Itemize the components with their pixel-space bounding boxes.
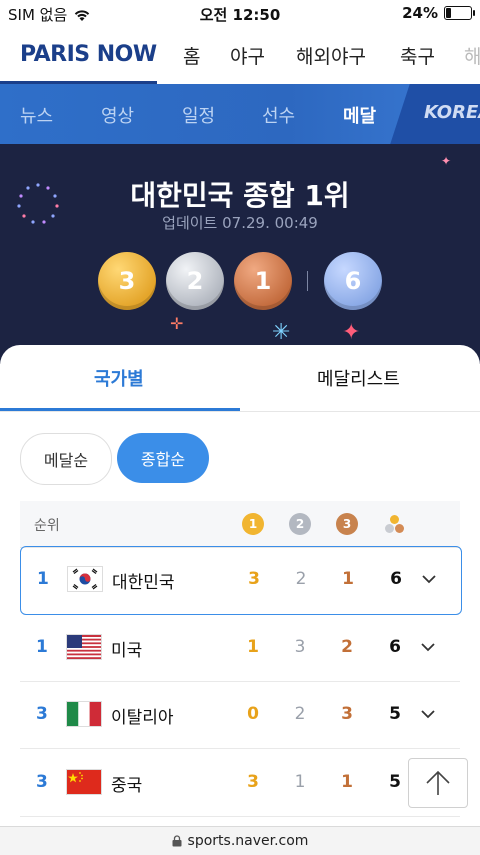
silver-count: 2	[294, 704, 306, 724]
gold-count: 3	[248, 569, 260, 589]
sub-nav-video[interactable]: 영상	[101, 102, 134, 128]
rank-value: 3	[36, 704, 48, 724]
battery-icon	[444, 6, 475, 20]
total-count: 6	[390, 569, 402, 589]
chevron-down-icon[interactable]	[421, 571, 437, 587]
sort-by-medal-button[interactable]: 메달순	[20, 433, 112, 485]
total-count: 5	[389, 704, 401, 724]
silver-count: 3	[294, 637, 306, 657]
update-timestamp: 업데이트 07.29. 00:49	[162, 214, 318, 232]
url-text: sports.naver.com	[187, 833, 309, 849]
sub-nav-korea[interactable]: KOREA	[424, 102, 480, 123]
sub-nav-players[interactable]: 선수	[262, 102, 295, 128]
table-header: 순위 1 2 3	[20, 501, 460, 548]
gold-count: 1	[247, 637, 259, 657]
country-name: 미국	[111, 641, 143, 661]
paris-now-logo[interactable]: PARIS NOW	[20, 42, 157, 67]
bronze-medal-count: 1	[234, 252, 292, 310]
table-row[interactable]: 3 중국 3 1 1 5	[20, 750, 460, 817]
usa-flag-icon	[67, 635, 101, 659]
sparkle-icon: ✦	[441, 154, 452, 168]
arrow-up-icon	[426, 770, 450, 795]
browser-url-bar[interactable]: sports.naver.com	[0, 826, 480, 855]
rank-value: 3	[36, 772, 48, 792]
silver-medal-icon: 2	[289, 513, 311, 535]
country-name: 대한민국	[112, 573, 175, 593]
silver-count: 2	[295, 569, 307, 589]
bronze-count: 1	[341, 772, 353, 792]
nav-item-baseball[interactable]: 야구	[230, 42, 265, 69]
chevron-down-icon[interactable]	[420, 706, 436, 722]
country-name: 중국	[111, 776, 143, 796]
silver-medal-count: 2	[166, 252, 224, 310]
nav-item-overseas-baseball[interactable]: 해외야구	[296, 42, 366, 69]
total-count: 5	[389, 772, 401, 792]
total-medal-count: 6	[324, 252, 382, 310]
sort-by-total-button[interactable]: 종합순	[117, 433, 209, 483]
nav-item-soccer[interactable]: 축구	[400, 42, 435, 69]
divider	[307, 271, 308, 291]
table-row[interactable]: 3 이탈리아 0 2 3 5	[20, 682, 460, 749]
total-count: 6	[389, 637, 401, 657]
battery-percent: 24%	[402, 4, 438, 22]
medal-summary-hero: ✦ ✛ ✳ ✦ 대한민국 종합 1위 업데이트 07.29. 00:49 3 2…	[0, 144, 480, 364]
bronze-count: 1	[342, 569, 354, 589]
bronze-medal-icon: 3	[336, 513, 358, 535]
total-medals-icon	[384, 513, 406, 535]
battery-status: 24%	[402, 4, 475, 22]
sub-nav: 뉴스 영상 일정 선수 메달 KOREA	[0, 84, 480, 144]
tab-by-country[interactable]: 국가별	[94, 365, 144, 391]
italy-flag-icon	[67, 702, 101, 726]
view-tabs: 국가별 메달리스트	[0, 345, 480, 412]
bronze-count: 3	[341, 704, 353, 724]
rank-value: 1	[36, 637, 48, 657]
nav-item-overflow[interactable]: 해	[464, 42, 480, 69]
rank-header: 순위	[34, 518, 60, 534]
main-nav: PARIS NOW 홈 야구 해외야구 축구 해	[0, 28, 480, 85]
sparkle-icon: ✦	[342, 320, 361, 345]
table-row[interactable]: 1 대한민국 3 2 1 6	[20, 546, 462, 615]
scroll-to-top-button[interactable]	[408, 758, 468, 808]
gold-count: 3	[247, 772, 259, 792]
gold-count: 0	[247, 704, 259, 724]
nav-item-home[interactable]: 홈	[183, 42, 200, 69]
china-flag-icon	[67, 770, 101, 794]
active-tab-indicator	[0, 408, 240, 411]
sub-nav-schedule[interactable]: 일정	[182, 102, 215, 128]
bronze-count: 2	[341, 637, 353, 657]
chevron-down-icon[interactable]	[420, 639, 436, 655]
table-row[interactable]: 1 미국 1 3 2 6	[20, 615, 460, 682]
rank-value: 1	[37, 569, 49, 589]
country-name: 이탈리아	[111, 708, 174, 728]
sub-nav-news[interactable]: 뉴스	[20, 102, 53, 128]
gold-medal-count: 3	[98, 252, 156, 310]
status-bar: SIM 없음 오전 12:50 24%	[0, 0, 480, 28]
tab-medalists[interactable]: 메달리스트	[317, 365, 400, 391]
silver-count: 1	[294, 772, 306, 792]
gold-medal-icon: 1	[242, 513, 264, 535]
sub-nav-medals[interactable]: 메달	[343, 102, 376, 128]
korea-flag-icon	[68, 567, 102, 591]
hero-title: 대한민국 종합 1위	[130, 179, 350, 212]
sparkle-icon: ✛	[170, 314, 184, 333]
lock-icon	[172, 835, 182, 847]
sparkle-icon: ✳	[272, 320, 291, 345]
